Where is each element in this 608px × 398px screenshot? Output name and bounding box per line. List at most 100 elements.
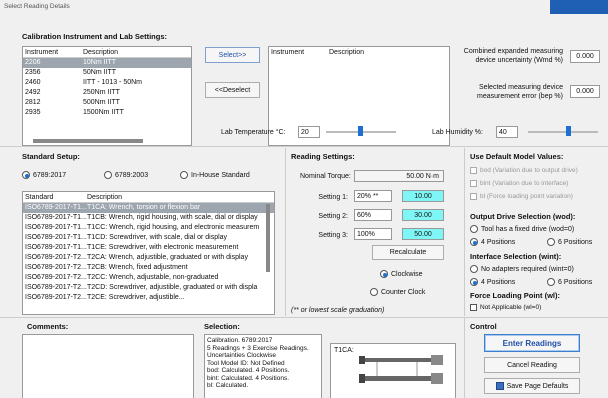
standard-code: ISO6789-2017-T1...: [25, 224, 87, 231]
standard-code: ISO6789-2017-T2...: [25, 254, 87, 261]
list-item[interactable]: 2935 1500Nm IITT: [23, 108, 191, 118]
radio-dot: [370, 288, 378, 296]
table-row[interactable]: ISO6789-2017-T1... T1CE: Screwdriver, wit…: [23, 243, 274, 253]
setting-1-percent[interactable]: 20% **: [354, 190, 392, 202]
description-col-header[interactable]: Description: [87, 192, 274, 202]
list-item[interactable]: 2460 IITT - 1013 - 50Nm: [23, 78, 191, 88]
instrument-col-header[interactable]: Instrument: [25, 47, 83, 57]
enter-readings-button[interactable]: Enter Readings: [484, 334, 580, 352]
table-row[interactable]: ISO6789-2017-T1... T1CB: Wrench, rigid ho…: [23, 213, 274, 223]
description-col-header[interactable]: Description: [83, 47, 191, 57]
standard-6789-2017-radio[interactable]: 6789:2017: [22, 171, 66, 179]
checkbox-label: bl (Force loading point variation): [480, 193, 573, 200]
no-adapters-radio[interactable]: No adapters required (wint=0): [470, 265, 574, 273]
radio-label: 6 Positions: [558, 238, 593, 246]
not-applicable-checkbox[interactable]: Not Applicable (wl=0): [470, 304, 541, 311]
instrument-desc: 1500Nm IITT: [83, 109, 124, 116]
instrument-id: 2935: [25, 109, 41, 116]
nominal-torque-field[interactable]: 50.00 N·m: [354, 170, 444, 182]
radio-label: Tool has a fixed drive (wod=0): [481, 225, 575, 233]
setting-3-value[interactable]: 50.00: [402, 228, 444, 240]
lab-humidity-field[interactable]: 40: [496, 126, 518, 138]
lab-temperature-field[interactable]: 20: [298, 126, 320, 138]
lab-humidity-slider-thumb[interactable]: [566, 126, 571, 136]
selection-summary: Calibration. 6789:2017 5 Readings + 3 Ex…: [204, 334, 322, 398]
clockwise-radio[interactable]: Clockwise: [380, 270, 423, 278]
comments-heading: Comments:: [27, 322, 69, 331]
divider: [464, 148, 465, 316]
default-model-heading: Use Default Model Values:: [470, 152, 564, 161]
calibration-heading: Calibration Instrument and Lab Settings:: [22, 32, 168, 41]
lab-humidity-slider-track[interactable]: [528, 131, 598, 133]
table-row[interactable]: ISO6789-2017-T2... T2CA: Wrench, adjustib…: [23, 253, 274, 263]
setting-1-value[interactable]: 10.00: [402, 190, 444, 202]
standard-desc: T2CE: Screwdriver, adjustible...: [87, 294, 185, 301]
standard-inhouse-radio[interactable]: In-House Standard: [180, 171, 250, 179]
dialog-window: Select Reading Details Calibration Instr…: [0, 0, 608, 398]
counter-clock-radio[interactable]: Counter Clock: [370, 288, 425, 296]
checkbox-box: [470, 193, 477, 200]
selected-error-label-1: Selected measuring device: [478, 84, 563, 91]
select-button[interactable]: Select>>: [205, 47, 260, 63]
standard-col-header[interactable]: Standard: [25, 192, 87, 202]
table-row[interactable]: ISO6789-2017-T1... T1CC: Wrench, rigid ho…: [23, 223, 274, 233]
checkbox-box: [470, 167, 477, 174]
table-row[interactable]: ISO6789-2017-T2... T2CB: Wrench, fixed ad…: [23, 263, 274, 273]
standard-list[interactable]: Standard Description ISO6789-2017-T1... T…: [22, 191, 275, 315]
radio-dot: [470, 225, 478, 233]
standard-6789-2003-radio[interactable]: 6789:2003: [104, 171, 148, 179]
bod-checkbox[interactable]: bod (Variation due to output drive): [470, 167, 578, 174]
radio-label: 4 Positions: [481, 238, 516, 246]
list-item[interactable]: 2356 50Nm IITT: [23, 68, 191, 78]
cancel-reading-button[interactable]: Cancel Reading: [484, 357, 580, 373]
list-item[interactable]: 2812 500Nm IITT: [23, 98, 191, 108]
table-row[interactable]: ISO6789-2017-T1... T1CA: Wrench, torsion …: [23, 203, 274, 213]
combined-uncertainty-field[interactable]: 0.000: [570, 50, 600, 63]
radio-dot: [180, 171, 188, 179]
table-row[interactable]: ISO6789-2017-T1... T1CD: Screwdriver, wit…: [23, 233, 274, 243]
instrument-id: 2356: [25, 69, 41, 76]
recalculate-button[interactable]: Recalculate: [372, 245, 444, 260]
standard-desc: T2CB: Wrench, fixed adjustment: [87, 264, 188, 271]
description-col-header[interactable]: Description: [329, 47, 449, 58]
standard-code: ISO6789-2017-T1...: [25, 204, 87, 211]
bint-checkbox[interactable]: bint (Variation due to interface): [470, 180, 568, 187]
radio-label: 6 Positions: [558, 278, 593, 286]
setting-2-value[interactable]: 30.00: [402, 209, 444, 221]
setting-3-percent[interactable]: 100%: [354, 228, 392, 240]
lab-temperature-slider-thumb[interactable]: [358, 126, 363, 136]
interface-4-positions-radio[interactable]: 4 Positions: [470, 278, 515, 286]
checkbox-label: bod (Variation due to output drive): [480, 167, 578, 174]
instrument-col-header[interactable]: Instrument: [271, 47, 329, 58]
fixed-drive-radio[interactable]: Tool has a fixed drive (wod=0): [470, 225, 574, 233]
selected-error-field[interactable]: 0.000: [570, 85, 600, 98]
table-row[interactable]: ISO6789-2017-T2... T2CE: Screwdriver, adj…: [23, 293, 274, 303]
force-loading-heading: Force Loading Point (wl):: [470, 291, 560, 300]
comments-textarea[interactable]: [22, 334, 194, 398]
divider: [0, 146, 608, 147]
vertical-scrollbar[interactable]: [266, 204, 270, 272]
horizontal-scrollbar[interactable]: [33, 139, 143, 143]
deselect-button[interactable]: <<Deselect: [205, 82, 260, 98]
setting-2-percent[interactable]: 60%: [354, 209, 392, 221]
standard-desc: T1CD: Screwdriver, with scale, dial or d…: [87, 234, 228, 241]
table-row[interactable]: ISO6789-2017-T2... T2CD: Screwdriver, adj…: [23, 283, 274, 293]
output-6-positions-radio[interactable]: 6 Positions: [547, 238, 592, 246]
table-row[interactable]: ISO6789-2017-T2... T2CC: Wrench, adjustab…: [23, 273, 274, 283]
instrument-list[interactable]: Instrument Description 2206 10Nm IITT 235…: [22, 46, 192, 146]
output-4-positions-radio[interactable]: 4 Positions: [470, 238, 515, 246]
list-item[interactable]: 2492 250Nm IITT: [23, 88, 191, 98]
bl-checkbox[interactable]: bl (Force loading point variation): [470, 193, 573, 200]
radio-label: No adapters required (wint=0): [481, 265, 574, 273]
summary-line: bod: Calculated. 4 Positions.: [207, 367, 290, 374]
standard-desc: T2CA: Wrench, adjustible, graduated or w…: [87, 254, 248, 261]
interface-6-positions-radio[interactable]: 6 Positions: [547, 278, 592, 286]
summary-line: bint: Calculated. 4 Positions.: [207, 374, 290, 382]
radio-dot: [470, 278, 478, 286]
standard-code: ISO6789-2017-T1...: [25, 234, 87, 241]
standard-desc: T1CE: Screwdriver, with electronic measu…: [87, 244, 239, 251]
save-page-defaults-button[interactable]: Save Page Defaults: [484, 378, 580, 394]
radio-dot: [104, 171, 112, 179]
standard-desc: T2CD: Screwdriver, adjustible, graduated…: [87, 284, 258, 291]
list-item[interactable]: 2206 10Nm IITT: [23, 58, 191, 68]
